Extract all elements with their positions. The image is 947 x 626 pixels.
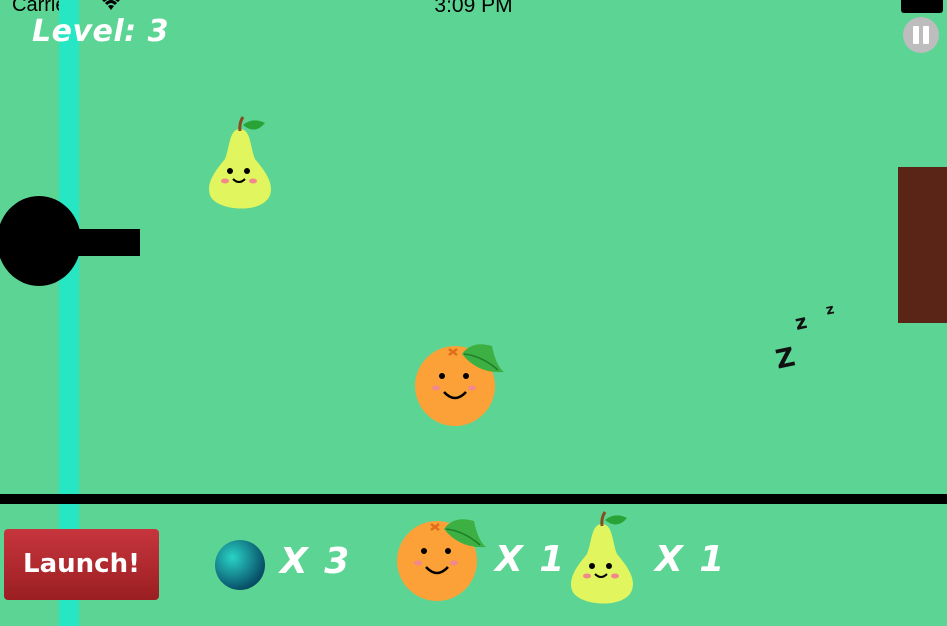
orange-character[interactable] (412, 342, 506, 430)
orange-inventory-icon (397, 519, 486, 601)
brick-wall (898, 167, 947, 323)
cannon[interactable] (0, 196, 81, 286)
ground-line (0, 494, 947, 504)
pear-character[interactable] (203, 115, 277, 215)
pause-icon (913, 26, 919, 44)
sleep-z-small: z (824, 301, 836, 319)
sleep-z-large: Z (773, 342, 798, 376)
level-label: Level: 3 (32, 14, 169, 49)
sleep-z-medium: z (792, 309, 810, 335)
pears-count: X 1 (655, 539, 727, 580)
ball-icon (215, 540, 265, 590)
launch-button[interactable]: Launch! (4, 529, 159, 600)
battery-icon (901, 0, 943, 13)
pause-icon-bar (923, 26, 929, 44)
pear-inventory-icon (571, 511, 633, 604)
oranges-count: X 1 (495, 539, 567, 580)
balls-count: X 3 (280, 541, 352, 582)
pause-button[interactable] (903, 17, 939, 53)
